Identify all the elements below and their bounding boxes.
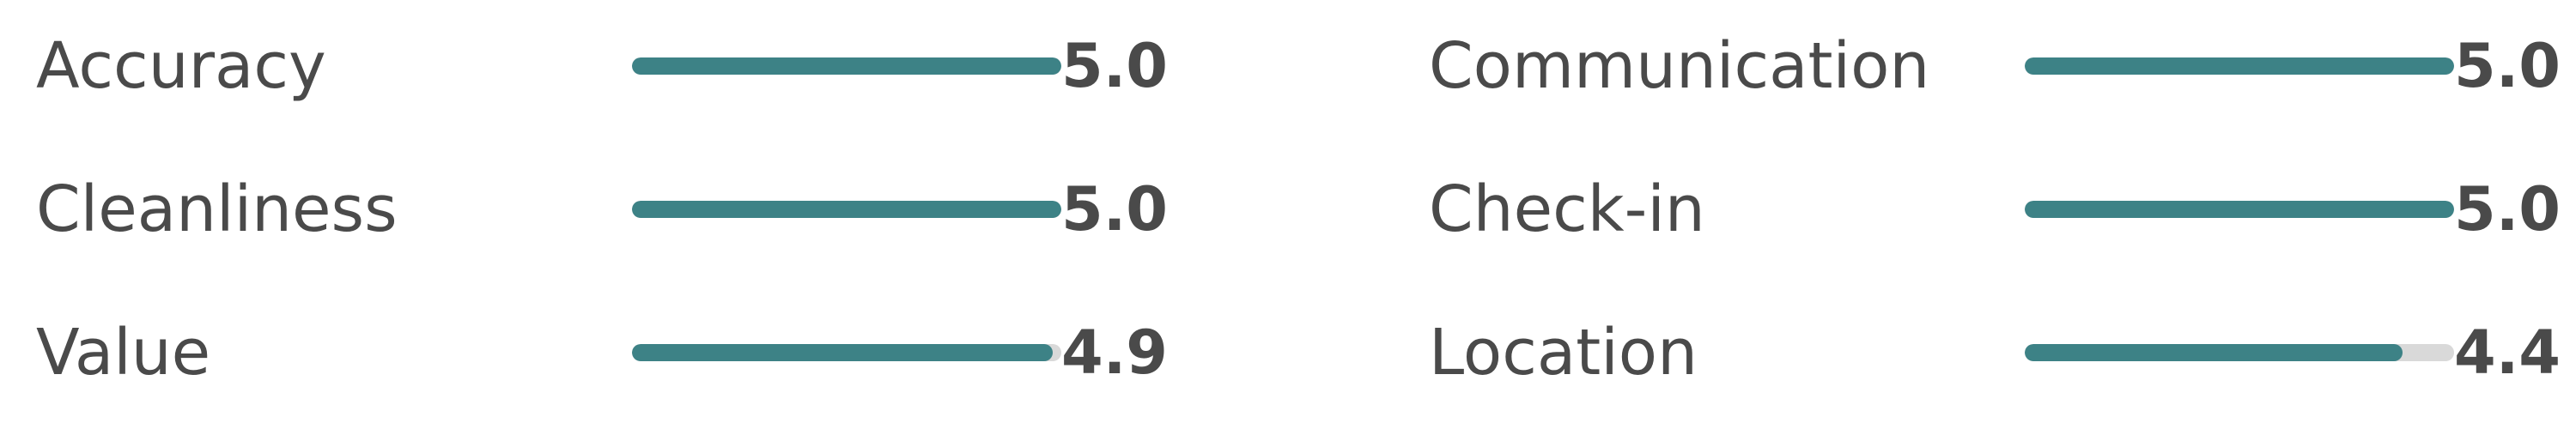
rating-bar-track [632,57,1061,75]
rating-bar-track [632,344,1061,361]
rating-bar-track [2025,201,2454,218]
rating-label: Check-in [1429,172,1705,246]
rating-bar-fill [632,57,1061,75]
rating-label: Location [1429,316,1698,390]
rating-bar-track [2025,344,2454,361]
rating-score: 4.9 [1060,317,1168,388]
rating-bar-fill [632,201,1061,218]
rating-bar-fill [2025,201,2454,218]
rating-label: Accuracy [36,29,326,103]
rating-score: 5.0 [2453,31,2561,101]
rating-score: 4.4 [2453,317,2561,388]
rating-label: Cleanliness [36,172,398,246]
rating-bar-track [632,201,1061,218]
rating-breakdown: Accuracy 5.0 Cleanliness 5.0 Value 4.9 C… [0,0,2576,429]
rating-bar-fill [2025,57,2454,75]
rating-bar-fill [632,344,1053,361]
rating-score: 5.0 [1060,174,1168,245]
rating-score: 5.0 [1060,31,1168,101]
rating-bar-fill [2025,344,2403,361]
rating-score: 5.0 [2453,174,2561,245]
rating-label: Value [36,316,211,390]
rating-label: Communication [1429,29,1930,103]
rating-bar-track [2025,57,2454,75]
